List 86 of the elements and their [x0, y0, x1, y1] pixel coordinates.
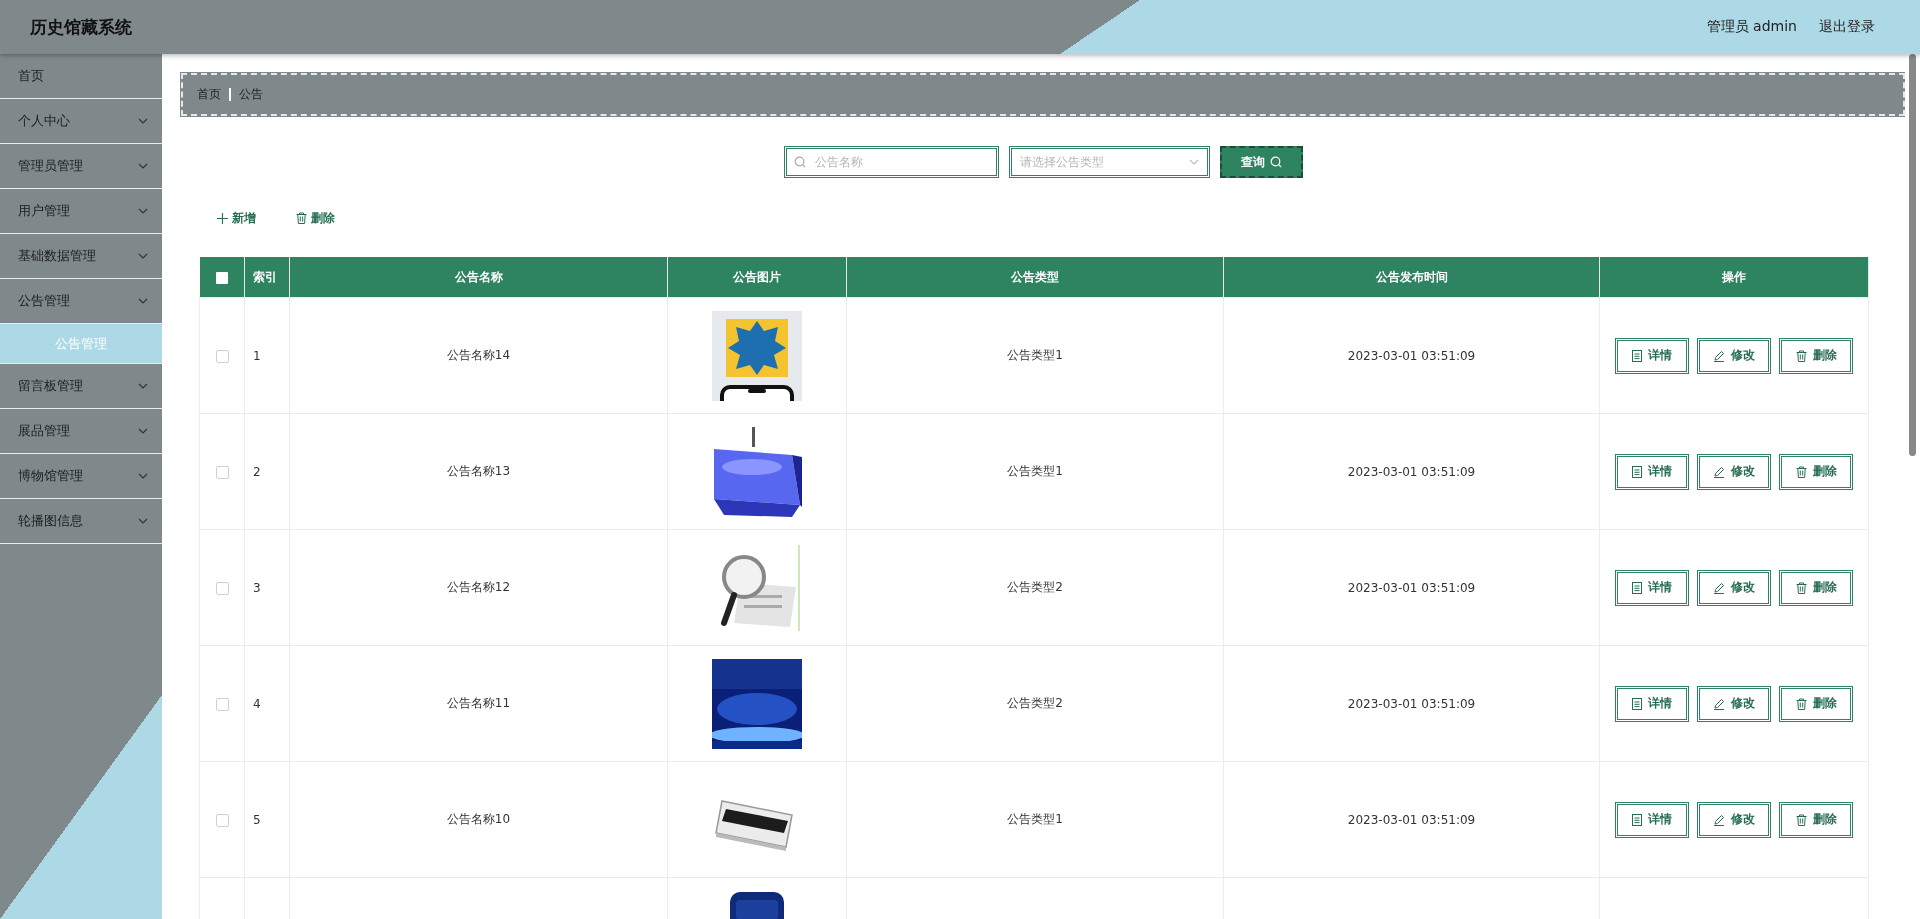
name-cell: 公告名称10 — [446, 812, 511, 826]
chevron-down-icon — [138, 208, 148, 214]
chevron-down-icon — [138, 118, 148, 124]
column-header: 公告名称 — [454, 269, 503, 284]
user-name: 管理员 admin — [1706, 18, 1797, 36]
chevron-down-icon — [138, 518, 148, 524]
index-cell: 4 — [253, 696, 261, 711]
type-cell: 公告类型1 — [1007, 464, 1063, 478]
row-checkbox[interactable] — [215, 697, 229, 711]
add-button[interactable]: 新增 — [215, 209, 258, 227]
column-header: 操作 — [1722, 269, 1746, 284]
delete-button[interactable]: 删除 — [1779, 569, 1853, 606]
time-cell: 2023-03-01 03:51:09 — [1347, 696, 1476, 711]
query-button[interactable]: 查询 — [1219, 146, 1303, 178]
index-cell: 5 — [253, 812, 261, 827]
trash-icon — [1795, 581, 1807, 594]
name-cell: 公告名称12 — [446, 580, 511, 594]
document-icon — [1632, 581, 1642, 594]
time-cell: 2023-03-01 03:51:09 — [1347, 812, 1476, 827]
edit-button[interactable]: 修改 — [1697, 453, 1771, 490]
detail-button[interactable]: 详情 — [1615, 337, 1689, 374]
name-cell: 公告名称11 — [446, 696, 511, 710]
search-icon — [1269, 156, 1282, 168]
plus-icon — [217, 212, 228, 224]
trash-icon — [1795, 813, 1807, 826]
search-field[interactable]: 公告名称 — [783, 146, 999, 178]
time-cell: 2023-03-01 03:51:09 — [1347, 464, 1476, 479]
chevron-down-icon — [138, 383, 148, 389]
document-icon — [1632, 465, 1642, 478]
scrollbar-thumb[interactable] — [1909, 54, 1916, 456]
column-header: 索引 — [253, 269, 277, 284]
type-cell: 公告类型2 — [1007, 696, 1063, 710]
logout-link[interactable]: 退出登录 — [1819, 18, 1875, 36]
edit-button[interactable]: 修改 — [1697, 685, 1771, 722]
row-checkbox[interactable] — [215, 813, 229, 827]
time-cell: 2023-03-01 03:51:09 — [1347, 580, 1476, 595]
pencil-icon — [1713, 581, 1725, 594]
delete-button[interactable]: 删除 — [1779, 685, 1853, 722]
chevron-down-icon — [138, 473, 148, 479]
delete-button[interactable]: 删除 — [1779, 453, 1853, 490]
pencil-icon — [1713, 465, 1725, 478]
breadcrumb-item[interactable]: 首页 — [197, 86, 221, 103]
delete-button[interactable]: 删除 — [294, 209, 337, 227]
detail-button[interactable]: 详情 — [1615, 569, 1689, 606]
breadcrumb-item[interactable]: 公告 — [238, 86, 263, 103]
select-all-checkbox[interactable] — [215, 271, 228, 284]
trash-icon — [296, 212, 307, 224]
pencil-icon — [1713, 697, 1725, 710]
delete-button[interactable]: 删除 — [1779, 337, 1853, 374]
detail-button[interactable]: 详情 — [1615, 801, 1689, 838]
trash-icon — [1795, 465, 1807, 478]
column-header: 公告发布时间 — [1375, 269, 1448, 284]
edit-button[interactable]: 修改 — [1697, 801, 1771, 838]
type-cell: 公告类型2 — [1007, 580, 1063, 594]
search-icon — [793, 156, 806, 168]
column-header: 公告类型 — [1011, 269, 1059, 284]
delete-button[interactable]: 删除 — [1779, 801, 1853, 838]
document-icon — [1632, 697, 1642, 710]
pencil-icon — [1713, 813, 1725, 826]
chevron-down-icon — [138, 428, 148, 434]
app-title: 历史馆藏系统 — [29, 15, 132, 39]
name-cell: 公告名称14 — [446, 348, 511, 362]
name-cell: 公告名称13 — [446, 464, 511, 478]
trash-icon — [1795, 349, 1807, 362]
chevron-down-icon — [138, 163, 148, 169]
edit-button[interactable]: 修改 — [1697, 569, 1771, 606]
index-cell: 3 — [253, 580, 261, 595]
type-cell: 公告类型1 — [1007, 812, 1063, 826]
chevron-down-icon — [138, 298, 148, 304]
detail-button[interactable]: 详情 — [1615, 685, 1689, 722]
row-checkbox[interactable] — [215, 581, 229, 595]
edit-button[interactable]: 修改 — [1697, 337, 1771, 374]
row-checkbox[interactable] — [215, 349, 229, 363]
time-cell: 2023-03-01 03:51:09 — [1347, 348, 1476, 363]
pencil-icon — [1713, 349, 1725, 362]
trash-icon — [1795, 697, 1807, 710]
chevron-down-icon — [138, 253, 148, 259]
document-icon — [1632, 813, 1642, 826]
document-icon — [1632, 349, 1642, 362]
chevron-down-icon — [1188, 159, 1199, 165]
type-cell: 公告类型1 — [1007, 348, 1063, 362]
column-header: 公告图片 — [733, 269, 781, 284]
index-cell: 1 — [253, 348, 261, 363]
index-cell: 2 — [253, 464, 261, 479]
detail-button[interactable]: 详情 — [1615, 453, 1689, 490]
row-checkbox[interactable] — [215, 465, 229, 479]
